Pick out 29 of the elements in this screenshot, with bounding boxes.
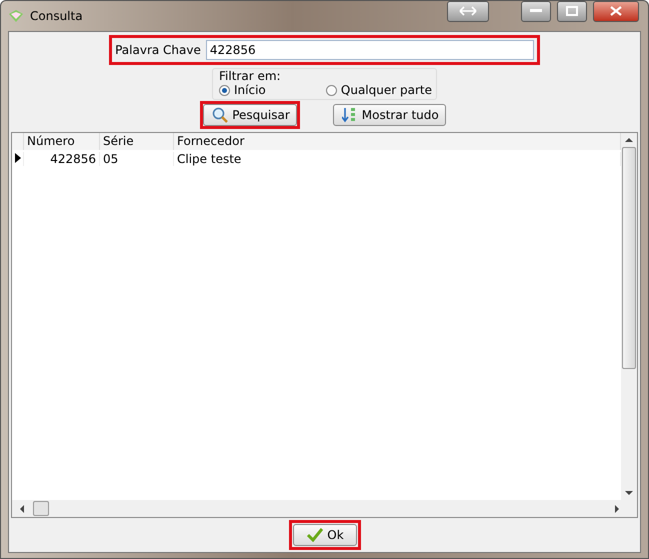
maximize-button[interactable] [557,0,587,22]
minimize-button[interactable] [521,0,551,22]
keyword-label: Palavra Chave [115,43,201,57]
minimize-icon [530,9,542,13]
close-icon [610,6,622,16]
resize-button[interactable] [447,0,489,22]
maximize-icon [566,6,578,16]
vertical-scrollbar[interactable] [621,133,637,500]
ok-button[interactable]: Ok [292,524,356,546]
search-button[interactable]: Pesquisar [203,104,297,126]
radio-option[interactable]: Qualquer parte [326,83,432,97]
checkmark-icon [307,528,324,542]
column-header[interactable]: Número [24,133,100,150]
horizontal-scrollbar[interactable] [12,500,637,517]
close-button[interactable] [593,0,639,22]
search-icon [212,107,228,123]
double-arrow-icon [459,6,477,16]
scroll-thumb[interactable] [622,147,636,369]
scroll-thumb[interactable] [33,501,49,516]
table-cell: 05 [100,152,174,166]
show-all-button[interactable]: Mostrar tudo [332,104,446,126]
window-title: Consulta [30,9,84,23]
keyword-field[interactable]: 422856 [206,40,534,60]
app-icon [8,9,24,23]
radio-option[interactable]: Início [219,83,266,97]
sort-list-icon [342,107,358,123]
table-cell: 422856 [24,152,100,166]
column-header[interactable]: Série [100,133,174,150]
filter-title: Filtrar em: [219,69,282,83]
